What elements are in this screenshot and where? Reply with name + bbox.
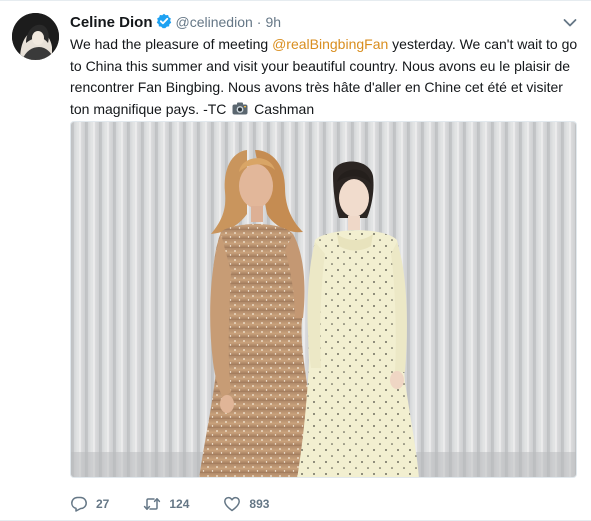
verified-badge-icon [156, 13, 172, 29]
like-icon [224, 496, 241, 512]
like-button[interactable]: 893 [223, 495, 269, 513]
tweet-header: Celine Dion @celinedion · 9h [70, 11, 281, 31]
avatar[interactable] [12, 13, 59, 60]
separator-dot: · [256, 14, 262, 30]
chevron-down-icon[interactable] [563, 15, 577, 27]
user-handle[interactable]: @celinedion [176, 14, 253, 30]
like-count: 893 [249, 497, 270, 511]
timestamp[interactable]: 9h [265, 14, 281, 30]
tweet-text-part1: We had the pleasure of meeting [70, 36, 273, 52]
retweet-button[interactable]: 124 [143, 495, 189, 513]
tweet-text: We had the pleasure of meeting @realBing… [70, 34, 582, 120]
mention-link[interactable]: @realBingbingFan [272, 36, 388, 52]
tweet-photo[interactable] [70, 121, 577, 478]
retweet-count: 124 [169, 497, 190, 511]
tweet-actions: 27 124 893 [70, 494, 303, 514]
retweet-icon [144, 498, 161, 510]
tweet-card: Celine Dion @celinedion · 9h We had the … [0, 0, 591, 521]
reply-button[interactable]: 27 [70, 495, 109, 513]
display-name[interactable]: Celine Dion [70, 14, 153, 31]
camera-icon [232, 100, 248, 114]
reply-icon [71, 496, 87, 512]
reply-count: 27 [96, 497, 110, 511]
tweet-text-part3: Cashman [250, 100, 315, 117]
